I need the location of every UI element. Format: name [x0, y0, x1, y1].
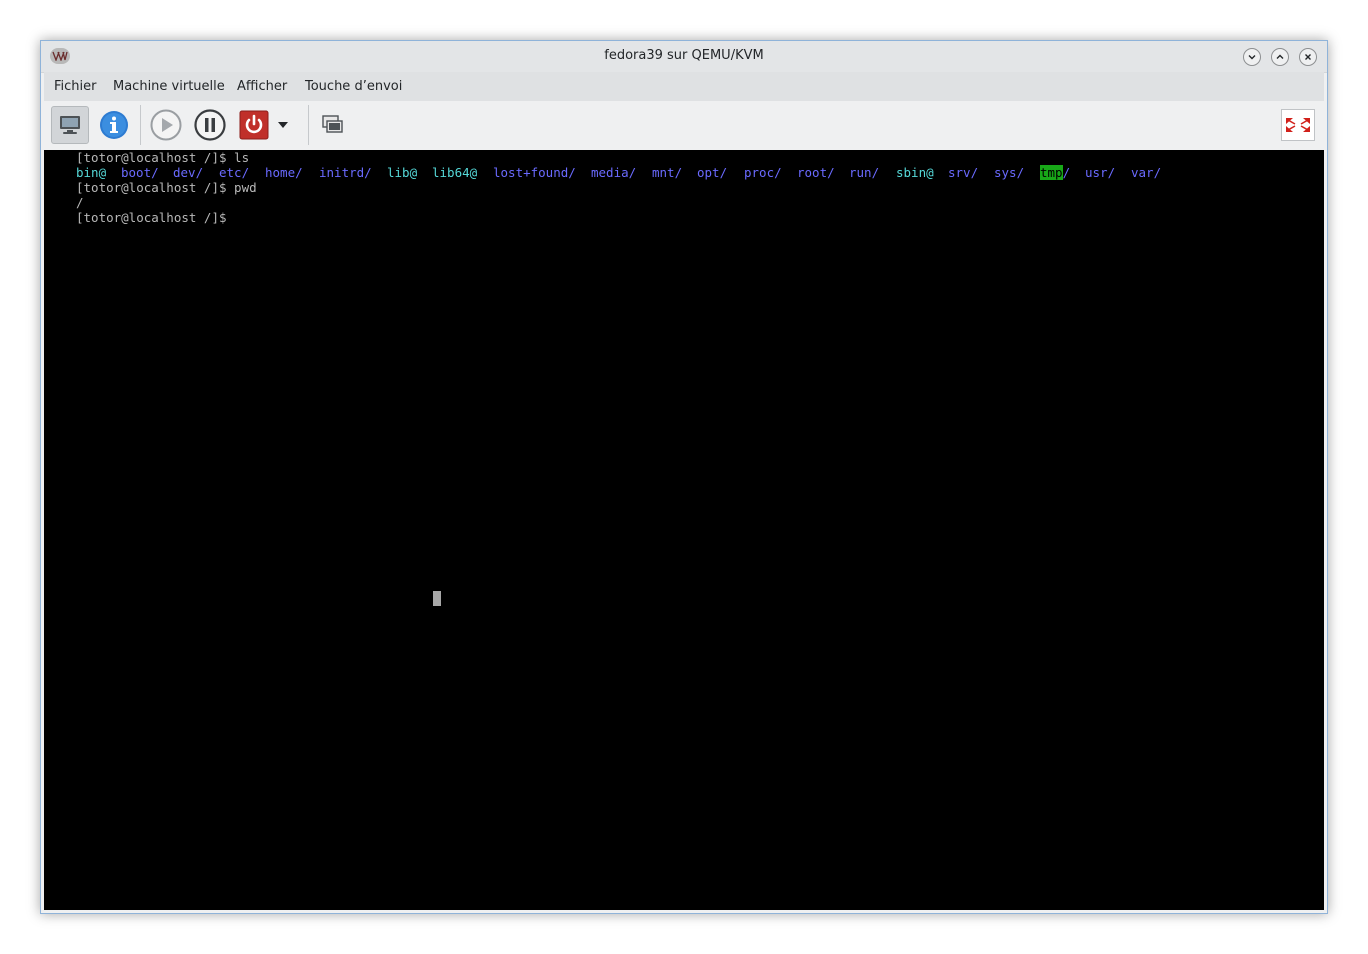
- close-icon: [1303, 52, 1313, 62]
- console-icon: [58, 114, 82, 136]
- text-cursor: [433, 591, 441, 606]
- ls-entry: etc/: [219, 165, 250, 180]
- menu-touche-envoi[interactable]: Touche d’envoi: [305, 79, 402, 94]
- ls-entry: lib@: [387, 165, 418, 180]
- ls-entry: tmp/: [1040, 165, 1071, 180]
- shutdown-icon: [239, 110, 269, 140]
- ls-entry: initrd/: [319, 165, 372, 180]
- ls-entry: mnt/: [652, 165, 683, 180]
- fullscreen-button[interactable]: [1281, 109, 1315, 141]
- ls-entry: root/: [797, 165, 835, 180]
- details-button[interactable]: [95, 106, 133, 144]
- ls-entry: media/: [591, 165, 637, 180]
- ls-entry: var/: [1131, 165, 1162, 180]
- menu-machine-virtuelle[interactable]: Machine virtuelle: [113, 79, 225, 94]
- ls-entry: boot/: [121, 165, 159, 180]
- vm-console-screen[interactable]: [totor@localhost /]$ ls bin@ boot/dev/etc…: [44, 150, 1324, 910]
- terminal-line-pwd: [totor@localhost /]$ pwd: [76, 180, 257, 195]
- maximize-icon: [1275, 52, 1285, 62]
- fullscreen-icon: [1284, 116, 1312, 134]
- ls-entry: sbin@: [896, 165, 934, 180]
- ls-entry: home/: [265, 165, 303, 180]
- menu-afficher[interactable]: Afficher: [237, 79, 287, 94]
- shutdown-dropdown-icon: [278, 122, 288, 128]
- toolbar-separator-2: [308, 105, 309, 145]
- minimize-icon: [1247, 52, 1257, 62]
- title-bar[interactable]: fedora39 sur QEMU/KVM: [41, 41, 1327, 73]
- terminal-line-ls: [totor@localhost /]$ ls: [76, 150, 250, 165]
- terminal-line-pwd-output: /: [76, 195, 84, 210]
- terminal-prompt: [totor@localhost /]$: [76, 210, 227, 225]
- ls-entry: run/: [849, 165, 880, 180]
- pause-icon: [194, 109, 226, 141]
- details-info-icon: [99, 110, 129, 140]
- run-button[interactable]: [147, 106, 185, 144]
- ls-entry: lib64@: [432, 165, 478, 180]
- pause-button[interactable]: [191, 106, 229, 144]
- ls-entry: usr/: [1085, 165, 1116, 180]
- maximize-button[interactable]: [1271, 48, 1289, 66]
- snapshots-button[interactable]: [314, 106, 352, 144]
- console-button[interactable]: [51, 106, 89, 144]
- toolbar: [44, 101, 1324, 150]
- ls-entry: lost+found/: [493, 165, 576, 180]
- snapshots-icon: [321, 114, 345, 136]
- ls-entry: sys/: [994, 165, 1025, 180]
- toolbar-separator: [140, 105, 141, 145]
- shutdown-button[interactable]: [235, 106, 273, 144]
- run-icon: [150, 109, 182, 141]
- ls-entry: proc/: [744, 165, 782, 180]
- menu-bar: Fichier Machine virtuelle Afficher Touch…: [44, 72, 1324, 101]
- ls-entry: opt/: [697, 165, 728, 180]
- vm-window: fedora39 sur QEMU/KVM Fichier Machine vi…: [40, 40, 1328, 914]
- minimize-button[interactable]: [1243, 48, 1261, 66]
- ls-entry: srv/: [948, 165, 979, 180]
- menu-fichier[interactable]: Fichier: [54, 79, 97, 94]
- close-button[interactable]: [1299, 48, 1317, 66]
- shutdown-dropdown-button[interactable]: [273, 106, 293, 144]
- window-title: fedora39 sur QEMU/KVM: [604, 48, 764, 63]
- ls-entry: bin@: [76, 165, 107, 180]
- ls-entry: dev/: [173, 165, 204, 180]
